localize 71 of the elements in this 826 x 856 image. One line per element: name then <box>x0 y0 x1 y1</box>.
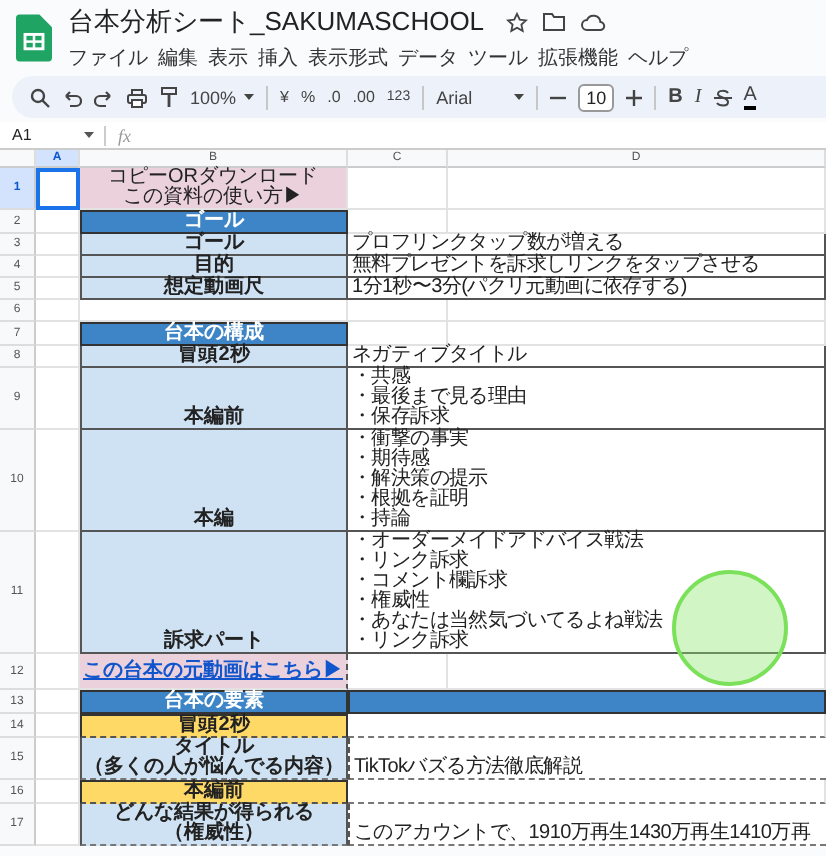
label-cell: 冒頭2秒 <box>80 346 348 368</box>
redo-icon[interactable] <box>94 87 114 107</box>
value-cell: このアカウントで、1910万再生1430万再生1410万再 <box>348 804 826 846</box>
value-cell: プロフリンクタップ数が増える <box>348 234 826 256</box>
value-cell: ・共感 ・最後まで見る理由 ・保存訴求 <box>348 368 826 430</box>
label-cell: どんな結果が得られる （権威性） <box>80 804 348 846</box>
value-cell: 無料プレゼントを訴求しリンクをタップさせる <box>348 256 826 278</box>
video-link-cell[interactable]: この台本の元動画はこちら▶ <box>80 654 348 690</box>
decrease-decimal-button[interactable]: .0 <box>327 88 341 106</box>
label-cell: 訴求パート <box>80 532 348 654</box>
grid-cell[interactable] <box>348 300 448 322</box>
undo-icon[interactable] <box>62 87 82 107</box>
italic-button[interactable]: I <box>694 86 702 108</box>
section-header: 台本の構成 <box>80 322 348 346</box>
value-cell: ・衝撃の事実 ・期待感 ・解決策の提示 ・根拠を証明 ・持論 <box>348 430 826 532</box>
menu-item[interactable]: 編集 <box>158 44 198 72</box>
label-cell: 本編前 <box>80 368 348 430</box>
caret-icon[interactable] <box>84 132 94 138</box>
strikethrough-icon[interactable] <box>713 87 732 107</box>
folder-icon[interactable] <box>542 12 567 32</box>
grid-cell[interactable] <box>448 168 826 210</box>
menu-item[interactable]: ヘルプ <box>628 44 688 72</box>
caret-icon <box>514 94 525 100</box>
text-color-button[interactable]: A <box>743 85 757 109</box>
menu-item[interactable]: 表示形式 <box>308 44 388 72</box>
grid-cell[interactable] <box>348 780 826 804</box>
search-icon[interactable] <box>30 87 50 107</box>
label-cell: タイトル （多くの人が悩んでる内容） <box>80 738 348 780</box>
print-icon[interactable] <box>126 87 148 107</box>
value-cell: ネガティブタイトル <box>348 346 826 368</box>
label-cell: 本編 <box>80 430 348 532</box>
increase-decimal-button[interactable]: .00 <box>352 88 375 106</box>
label-cell: 目的 <box>80 256 348 278</box>
menu-item[interactable]: 挿入 <box>258 44 298 72</box>
grid-cell[interactable] <box>448 300 826 322</box>
sheets-logo-icon[interactable] <box>16 14 52 62</box>
section-header: ゴール <box>80 210 348 234</box>
subsection-header: 冒頭2秒 <box>80 714 348 738</box>
menu-item[interactable]: ツール <box>468 44 528 72</box>
menu-item[interactable]: 表示 <box>208 44 248 72</box>
value-cell: 1分1秒〜3分(パクリ元動画に依存する) <box>348 278 826 300</box>
cloud-icon[interactable] <box>580 12 607 32</box>
menu-item[interactable]: データ <box>398 44 458 72</box>
copy-download-cell: コピーORダウンロード この資料の使い方▶ <box>80 168 348 210</box>
grid-cell[interactable] <box>448 322 826 346</box>
grid-cell[interactable] <box>348 168 448 210</box>
label-cell: ゴール <box>80 234 348 256</box>
menu-item[interactable]: ファイル <box>68 44 148 72</box>
grid-cell[interactable] <box>448 210 826 234</box>
plus-icon[interactable] <box>626 89 643 105</box>
grid-cell[interactable] <box>348 210 448 234</box>
grid-cell[interactable] <box>348 714 826 738</box>
font-size-field[interactable]: 10 <box>578 83 615 111</box>
caret-icon <box>244 94 255 100</box>
zoom-dropdown[interactable]: 100% <box>190 87 255 107</box>
value-cell: TikTokバズる方法徹底解説 <box>348 738 826 780</box>
currency-format-button[interactable]: ¥ <box>280 88 289 106</box>
section-header: 台本の要素 <box>80 690 348 714</box>
paint-format-icon[interactable] <box>160 86 178 108</box>
cell-reference[interactable]: A1 <box>12 126 84 144</box>
font-dropdown[interactable]: Arial <box>436 87 525 107</box>
document-title[interactable]: 台本分析シート_SAKUMASCHOOL <box>68 4 485 40</box>
bold-button[interactable]: B <box>668 86 683 108</box>
label-cell: 想定動画尺 <box>80 278 348 300</box>
star-icon[interactable] <box>506 11 529 33</box>
value-cell: ・オーダーメイドアドバイス戦法 ・リンク訴求 ・コメント欄訴求 ・権威性 ・あなたは当然気づいてるよね戦法 ・リンク訴求 <box>348 532 826 654</box>
menu-item[interactable]: 拡張機能 <box>538 44 618 72</box>
grid-cell[interactable] <box>348 322 448 346</box>
percent-format-button[interactable]: % <box>300 88 316 106</box>
subsection-header: 本編前 <box>80 780 348 804</box>
function-label: fx <box>118 125 131 145</box>
